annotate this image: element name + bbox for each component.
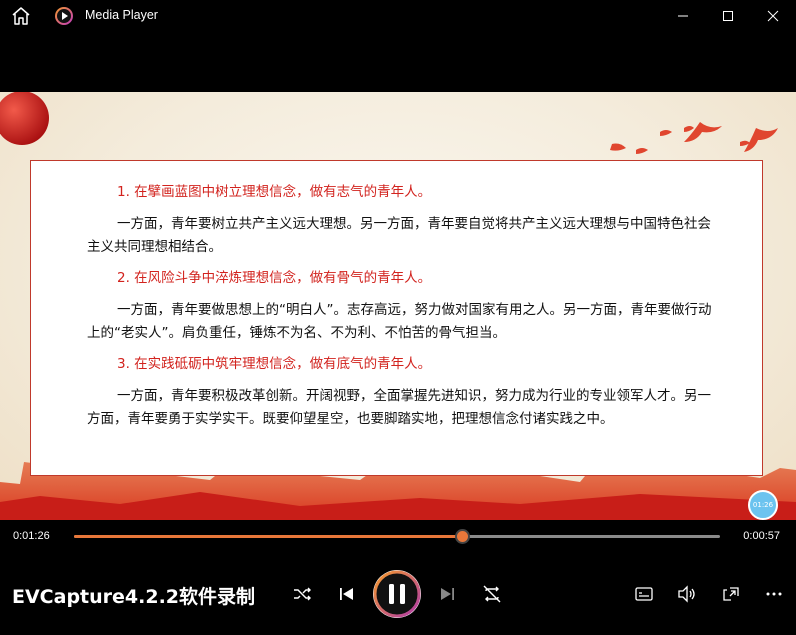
remaining-time: 0:00:57: [743, 530, 780, 542]
transport-controls: EVCapture4.2.2软件录制: [0, 552, 796, 635]
home-icon[interactable]: [10, 6, 32, 26]
shuffle-icon: [294, 587, 311, 601]
seek-thumb[interactable]: [454, 529, 470, 544]
recording-watermark: EVCapture4.2.2软件录制: [12, 586, 256, 608]
window-title: Media Player: [85, 8, 158, 22]
minimize-icon: [678, 15, 688, 17]
title-bar: Media Player: [0, 0, 796, 32]
timestamp-bubble: 01:26: [748, 490, 778, 520]
media-player-icon: [54, 6, 74, 26]
repeat-off-icon: [483, 585, 501, 603]
play-pause-button[interactable]: [373, 570, 421, 618]
paragraph-3: 一方面，青年要积极改革创新。开阔视野，全面掌握先进知识，努力成为行业的专业领军人…: [87, 388, 711, 427]
more-options-button[interactable]: [761, 581, 787, 607]
next-button[interactable]: [435, 581, 461, 607]
mini-player-button[interactable]: [718, 581, 744, 607]
paragraph-2: 一方面，青年要做思想上的“明白人”。志存高远，努力做对国家有用之人。另一方面，青…: [87, 302, 712, 341]
previous-icon: [340, 588, 353, 600]
seek-progress-fill: [74, 535, 462, 538]
volume-icon: [678, 585, 695, 603]
close-icon: [767, 10, 779, 22]
maximize-button[interactable]: [713, 4, 743, 28]
heading-3: 3. 在实践砥砺中筑牢理想信念，做有底气的青年人。: [117, 356, 432, 372]
close-button[interactable]: [758, 4, 788, 28]
seek-bar-area: 0:01:26 0:00:57: [0, 520, 796, 552]
repeat-button[interactable]: [479, 581, 505, 607]
previous-button[interactable]: [333, 581, 359, 607]
captions-icon: [635, 587, 653, 601]
mini-player-icon: [723, 587, 739, 601]
maximize-icon: [723, 11, 733, 21]
captions-button[interactable]: [631, 581, 657, 607]
current-time: 0:01:26: [13, 530, 50, 542]
heading-1: 1. 在擘画蓝图中树立理想信念，做有志气的青年人。: [117, 184, 432, 200]
volume-button[interactable]: [674, 581, 700, 607]
video-frame[interactable]: 1. 在擘画蓝图中树立理想信念，做有志气的青年人。 一方面，青年要树立共产主义远…: [0, 92, 796, 520]
more-icon: [766, 592, 782, 596]
next-icon: [441, 588, 454, 600]
seek-slider[interactable]: [74, 529, 720, 544]
paragraph-1: 一方面，青年要树立共产主义远大理想。另一方面，青年要自觉将共产主义远大理想与中国…: [87, 216, 711, 255]
minimize-button[interactable]: [668, 4, 698, 28]
slide-text-box: 1. 在擘画蓝图中树立理想信念，做有志气的青年人。 一方面，青年要树立共产主义远…: [30, 160, 763, 476]
shuffle-button[interactable]: [289, 581, 315, 607]
heading-2: 2. 在风险斗争中淬炼理想信念，做有骨气的青年人。: [117, 270, 432, 286]
